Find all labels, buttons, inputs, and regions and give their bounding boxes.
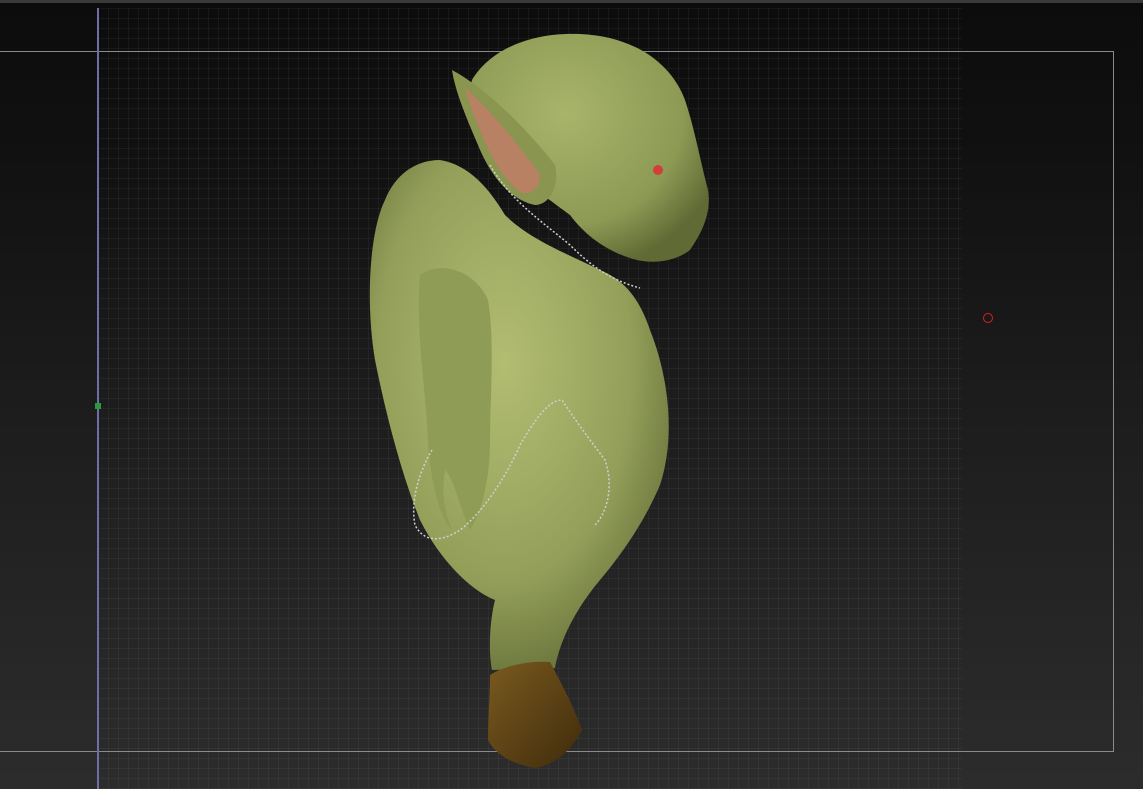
canvas-viewport[interactable] — [0, 0, 1143, 789]
model-eye — [653, 165, 663, 175]
goblin-sculpt-model[interactable] — [0, 0, 1143, 789]
model-boot — [488, 661, 582, 768]
